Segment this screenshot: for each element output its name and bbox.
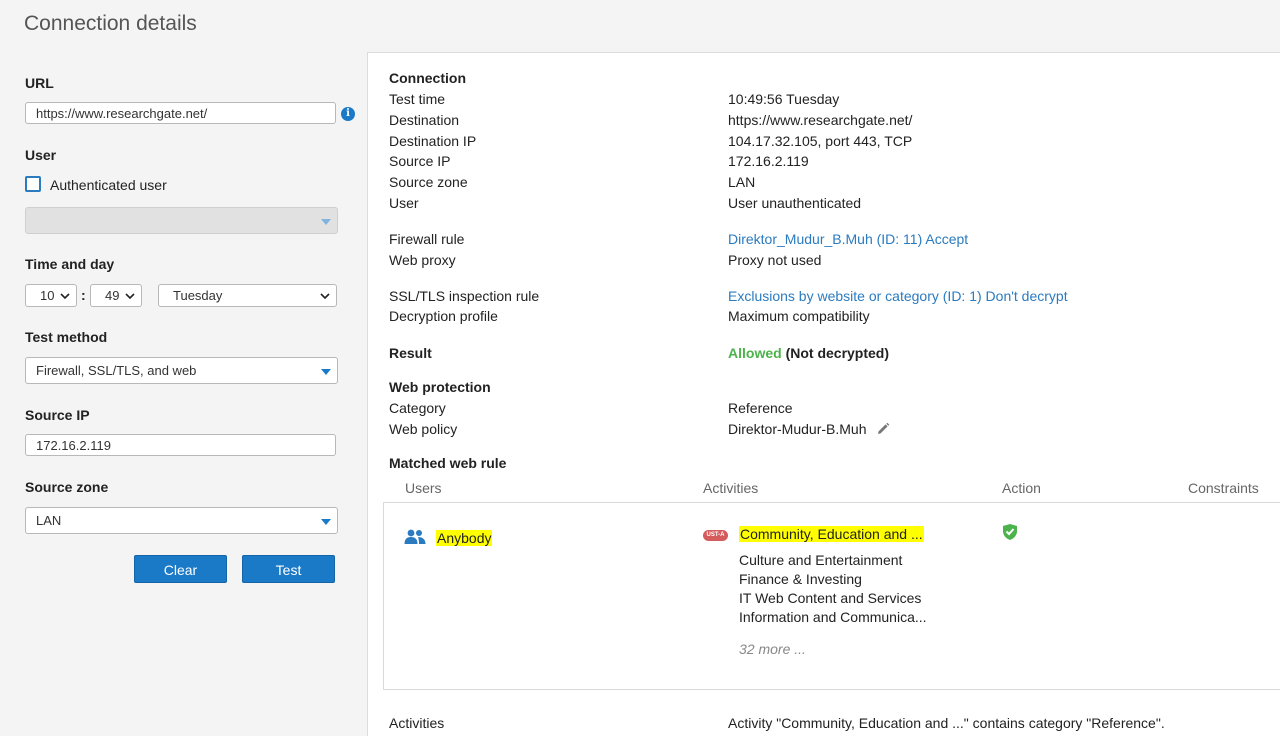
activity-item: Information and Communica...: [739, 609, 927, 625]
category-value: Reference: [728, 400, 793, 416]
activity-item: Finance & Investing: [739, 571, 862, 587]
source-zone-select[interactable]: LAN: [25, 507, 338, 534]
source-zone-label: Source zone: [25, 479, 109, 495]
url-label: URL: [25, 75, 54, 91]
column-action: Action: [1002, 480, 1041, 496]
authenticated-user-label: Authenticated user: [50, 177, 167, 193]
rule-user-name: Anybody: [436, 530, 493, 546]
web-protection-heading: Web protection: [389, 379, 491, 395]
day-select[interactable]: Tuesday: [158, 284, 337, 307]
result-detail: (Not decrypted): [785, 345, 890, 361]
result-status: Allowed: [728, 345, 782, 361]
edit-pencil-icon[interactable]: [876, 422, 890, 436]
test-button[interactable]: Test: [242, 555, 335, 583]
web-policy-name: Direktor-Mudur-B.Muh: [728, 421, 867, 437]
chevron-down-icon: [321, 518, 331, 525]
column-activities: Activities: [703, 480, 759, 496]
authenticated-user-checkbox[interactable]: [25, 176, 41, 192]
activities-summary-label: Activities: [389, 715, 445, 731]
decryption-profile-value: Maximum compatibility: [728, 308, 870, 324]
ust-badge-icon: UST-A: [703, 530, 728, 541]
source-zone-value: LAN: [36, 513, 62, 528]
user-detail-value: User unauthenticated: [728, 195, 862, 211]
destination-label: Destination: [389, 112, 460, 128]
time-and-day-label: Time and day: [25, 256, 115, 272]
test-method-select[interactable]: Firewall, SSL/TLS, and web: [25, 357, 338, 384]
activity-item: Culture and Entertainment: [739, 552, 903, 568]
source-zone-detail-label: Source zone: [389, 174, 468, 190]
firewall-rule-link[interactable]: Direktor_Mudur_B.Muh (ID: 11) Accept: [728, 231, 968, 247]
chevron-down-icon: [321, 368, 331, 375]
highlighted-activity-label: Community, Education and ...: [739, 526, 924, 542]
test-time-value: 10:49:56 Tuesday: [728, 91, 840, 107]
info-icon[interactable]: i: [341, 107, 355, 121]
web-policy-value: Direktor-Mudur-B.Muh: [728, 421, 890, 437]
users-group-icon: [404, 529, 426, 544]
destination-value: https://www.researchgate.net/: [728, 112, 913, 128]
chevron-down-icon: [60, 292, 70, 299]
source-ip-input[interactable]: 172.16.2.119: [25, 434, 336, 456]
column-users: Users: [405, 480, 442, 496]
chevron-down-icon: [320, 292, 330, 299]
destination-ip-label: Destination IP: [389, 133, 477, 149]
activity-item: IT Web Content and Services: [739, 590, 922, 606]
result-label: Result: [389, 345, 432, 361]
test-method-label: Test method: [25, 329, 108, 345]
column-constraints: Constraints: [1188, 480, 1259, 496]
ssl-rule-link[interactable]: Exclusions by website or category (ID: 1…: [728, 288, 1068, 304]
activities-summary-value: Activity "Community, Education and ..." …: [728, 715, 1165, 731]
chevron-down-icon: [321, 218, 331, 225]
source-ip-label: Source IP: [25, 407, 90, 423]
ssl-rule-label: SSL/TLS inspection rule: [389, 288, 540, 304]
clear-button[interactable]: Clear: [134, 555, 227, 583]
matched-rule-heading: Matched web rule: [389, 455, 507, 471]
category-label: Category: [389, 400, 446, 416]
hour-value: 10: [40, 288, 55, 303]
hour-select[interactable]: 10: [25, 284, 77, 307]
result-value: Allowed (Not decrypted): [728, 345, 889, 361]
web-policy-label: Web policy: [389, 421, 458, 437]
firewall-rule-label: Firewall rule: [389, 231, 465, 247]
url-input[interactable]: https://www.researchgate.net/: [25, 102, 336, 124]
source-ip-detail-value: 172.16.2.119: [728, 153, 809, 169]
rule-user: Anybody: [436, 530, 493, 546]
source-ip-detail-label: Source IP: [389, 153, 451, 169]
test-time-label: Test time: [389, 91, 446, 107]
user-select: [25, 207, 338, 234]
web-proxy-value: Proxy not used: [728, 252, 822, 268]
chevron-down-icon: [125, 292, 135, 299]
connection-heading: Connection: [389, 70, 466, 86]
destination-ip-value: 104.17.32.105, port 443, TCP: [728, 133, 913, 149]
day-value: Tuesday: [173, 288, 223, 303]
minute-select[interactable]: 49: [90, 284, 142, 307]
test-method-value: Firewall, SSL/TLS, and web: [36, 363, 197, 378]
highlighted-activity: Community, Education and ...: [739, 526, 924, 542]
source-zone-detail-value: LAN: [728, 174, 756, 190]
page-title: Connection details: [24, 12, 197, 35]
web-proxy-label: Web proxy: [389, 252, 456, 268]
minute-value: 49: [105, 288, 120, 303]
user-label: User: [25, 147, 57, 163]
user-detail-label: User: [389, 195, 419, 211]
more-activities-link[interactable]: 32 more ...: [739, 641, 806, 657]
decryption-profile-label: Decryption profile: [389, 308, 498, 324]
shield-check-icon: [1003, 524, 1017, 540]
